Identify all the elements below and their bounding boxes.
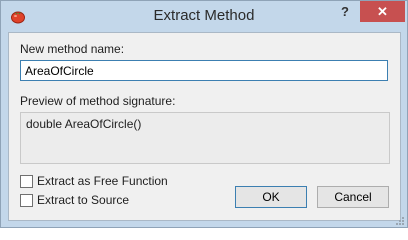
free-function-checkbox[interactable] bbox=[20, 175, 33, 188]
extract-method-dialog: Extract Method ? ✕ New method name: Prev… bbox=[0, 0, 408, 228]
to-source-label: Extract to Source bbox=[37, 193, 130, 207]
method-name-label: New method name: bbox=[20, 42, 125, 56]
to-source-checkbox[interactable] bbox=[20, 194, 33, 207]
cancel-button[interactable]: Cancel bbox=[317, 186, 389, 208]
free-function-label: Extract as Free Function bbox=[37, 174, 168, 188]
ok-button[interactable]: OK bbox=[235, 186, 307, 208]
resize-grip-icon[interactable] bbox=[395, 215, 405, 225]
preview-label: Preview of method signature: bbox=[20, 94, 176, 108]
method-name-input[interactable] bbox=[20, 60, 388, 81]
help-button[interactable]: ? bbox=[332, 2, 358, 22]
signature-preview: double AreaOfCircle() bbox=[20, 112, 390, 164]
close-button[interactable]: ✕ bbox=[360, 1, 405, 22]
title-bar[interactable]: Extract Method ? ✕ bbox=[1, 1, 407, 33]
dialog-content: New method name: Preview of method signa… bbox=[8, 32, 401, 221]
